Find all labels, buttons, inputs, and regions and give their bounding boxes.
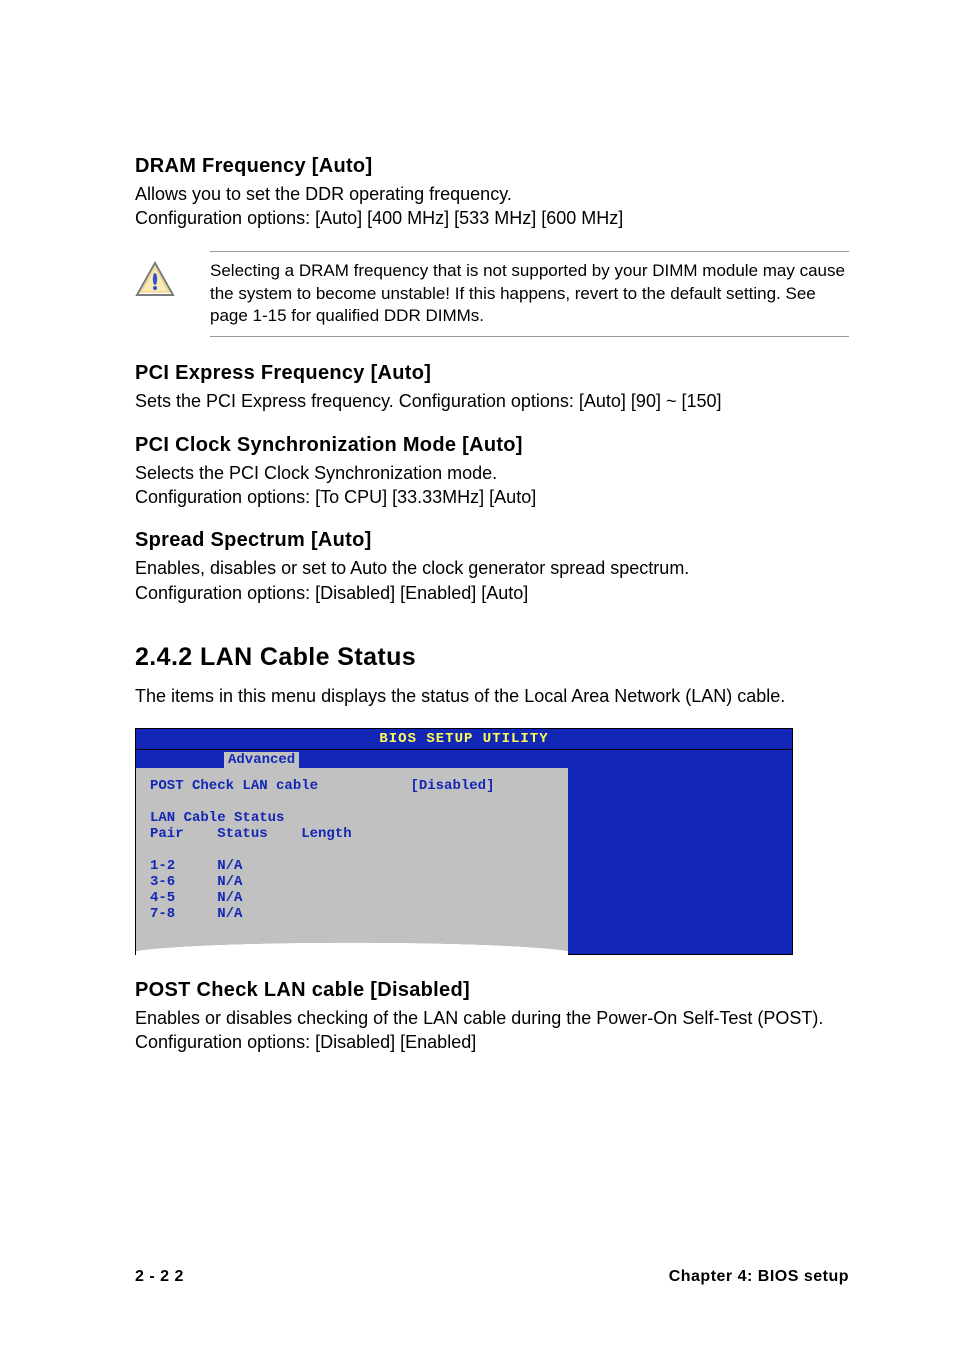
text-spread-spectrum: Enables, disables or set to Auto the clo… <box>135 556 849 605</box>
heading-spread-spectrum: Spread Spectrum [Auto] <box>135 529 849 552</box>
note-callout: Selecting a DRAM frequency that is not s… <box>135 251 849 338</box>
bios-row-post-check-label: POST Check LAN cable <box>150 778 318 794</box>
bios-content-pane: POST Check LAN cable [Disabled] LAN Cabl… <box>136 768 568 954</box>
text-pci-express-frequency: Sets the PCI Express frequency. Configur… <box>135 389 849 413</box>
warning-icon <box>135 261 175 302</box>
table-row: 3-6 N/A <box>150 874 242 890</box>
note-text: Selecting a DRAM frequency that is not s… <box>210 251 849 338</box>
bios-screenshot: BIOS SETUP UTILITY Advanced POST Check L… <box>135 728 793 955</box>
bios-title: BIOS SETUP UTILITY <box>135 728 793 750</box>
table-row: 4-5 N/A <box>150 890 242 906</box>
bios-row-post-check-value: [Disabled] <box>410 778 494 794</box>
bios-tab-row: Advanced <box>135 750 793 768</box>
text-pci-clock-sync: Selects the PCI Clock Synchronization mo… <box>135 461 849 510</box>
text-lan-cable-status: The items in this menu displays the stat… <box>135 684 849 708</box>
text-dram-frequency: Allows you to set the DDR operating freq… <box>135 182 849 231</box>
heading-pci-express-frequency: PCI Express Frequency [Auto] <box>135 362 849 385</box>
heading-dram-frequency: DRAM Frequency [Auto] <box>135 155 849 178</box>
table-row: 1-2 N/A <box>150 858 242 874</box>
heading-lan-cable-status: 2.4.2 LAN Cable Status <box>135 643 849 672</box>
text-post-check-lan-cable: Enables or disables checking of the LAN … <box>135 1006 849 1055</box>
chapter-label: Chapter 4: BIOS setup <box>669 1268 849 1286</box>
heading-post-check-lan-cable: POST Check LAN cable [Disabled] <box>135 979 849 1002</box>
page-footer: 2 - 2 2 Chapter 4: BIOS setup <box>135 1268 849 1286</box>
bios-table-header: Pair Status Length <box>150 826 352 842</box>
table-row: 7-8 N/A <box>150 906 242 922</box>
page-number: 2 - 2 2 <box>135 1268 184 1286</box>
heading-pci-clock-sync: PCI Clock Synchronization Mode [Auto] <box>135 434 849 457</box>
bios-tab-advanced: Advanced <box>224 752 299 768</box>
bios-status-header: LAN Cable Status <box>150 810 284 826</box>
bios-help-pane <box>568 768 792 954</box>
